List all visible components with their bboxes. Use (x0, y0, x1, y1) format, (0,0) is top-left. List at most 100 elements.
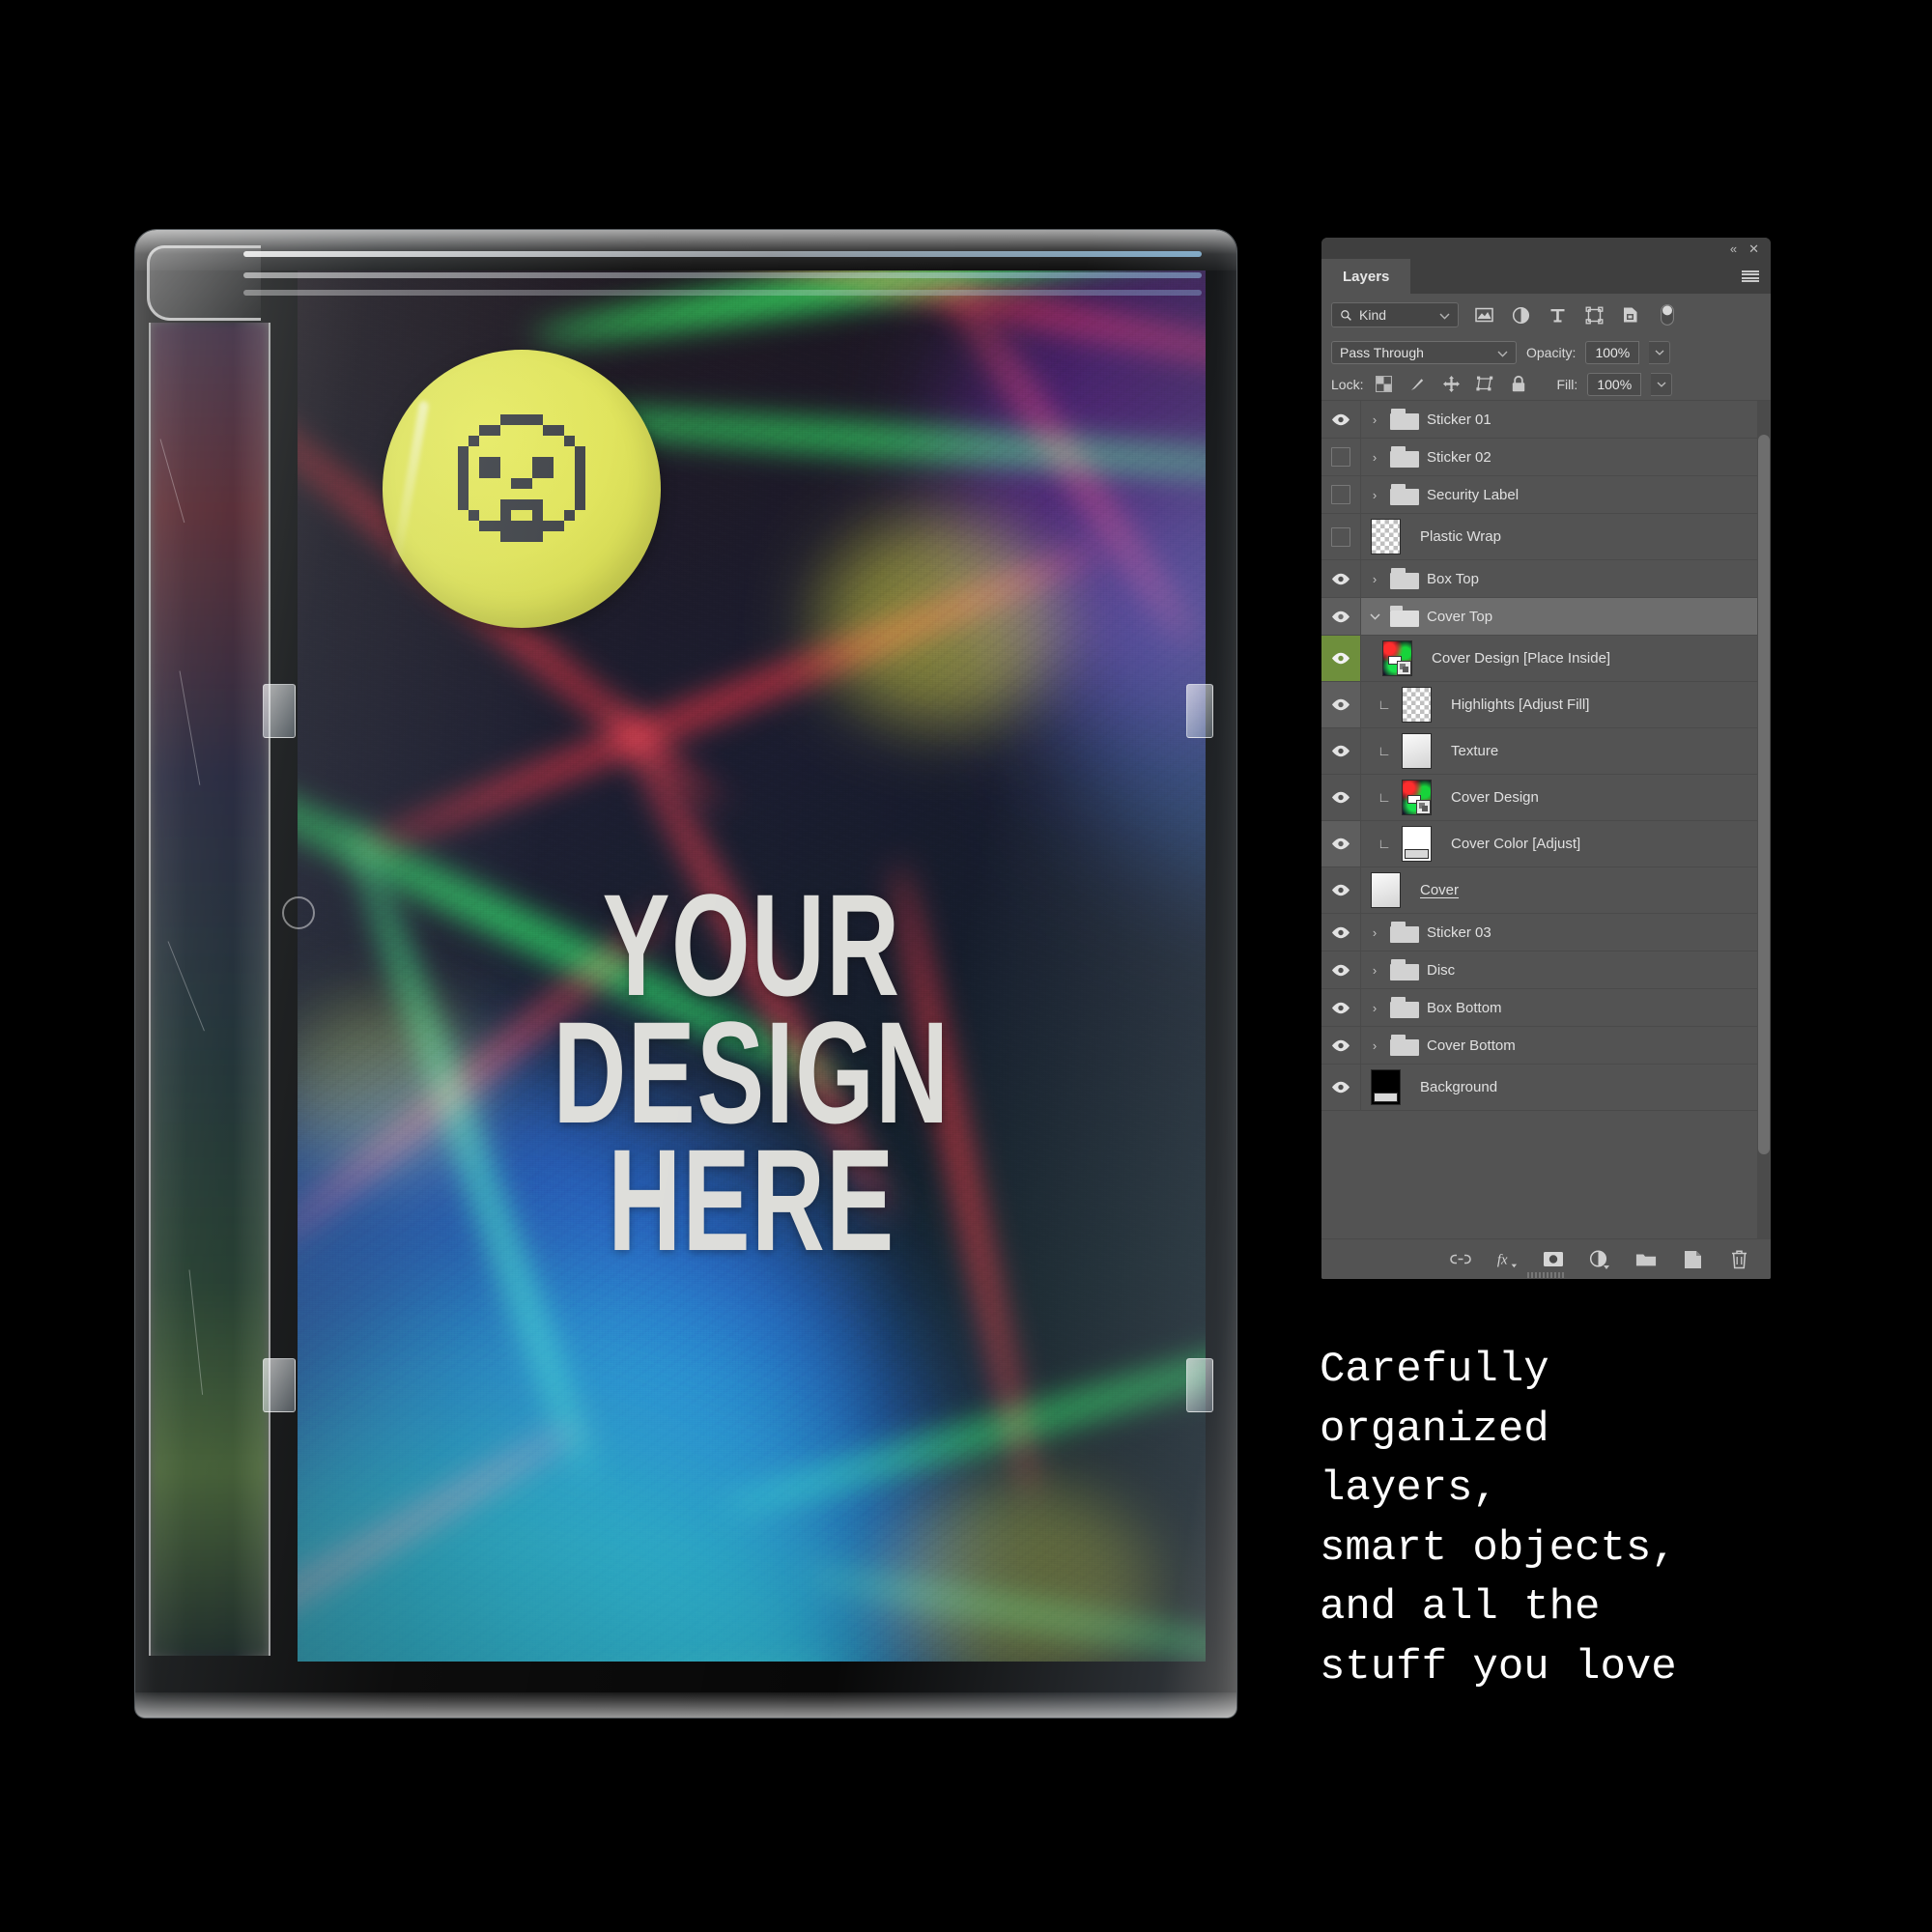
fill-input[interactable]: 100% (1587, 372, 1642, 396)
layer-visibility-toggle[interactable] (1321, 598, 1361, 635)
folder-open-icon (1390, 606, 1419, 627)
scrollbar-thumb[interactable] (1758, 434, 1770, 1155)
layer-visibility-toggle[interactable] (1321, 682, 1361, 727)
layer-thumbnail[interactable] (1402, 687, 1432, 723)
opacity-stepper-chevron-icon[interactable] (1649, 340, 1671, 364)
lock-row: Lock: Fill: 100% (1321, 368, 1771, 400)
opacity-input[interactable]: 100% (1585, 340, 1640, 364)
layer-visibility-toggle[interactable] (1321, 775, 1361, 820)
lock-transparent-pixels-icon[interactable] (1373, 374, 1394, 395)
group-disclosure-icon[interactable]: › (1367, 925, 1382, 940)
layer-thumbnail[interactable] (1371, 1069, 1401, 1105)
lock-artboard-nesting-icon[interactable] (1474, 374, 1495, 395)
group-disclosure-icon[interactable]: › (1367, 488, 1382, 502)
clipping-mask-arrow-icon: ∟ (1378, 696, 1391, 712)
layer-name: Plastic Wrap (1420, 528, 1501, 545)
case-clip-left-lower (263, 1358, 296, 1412)
layer-name: Cover Color [Adjust] (1451, 836, 1581, 852)
layer-list[interactable]: › Sticker 01 › Sticker 02 › Security Lab… (1321, 400, 1771, 1238)
pixel-layer-filter-icon[interactable] (1472, 303, 1495, 327)
lock-all-icon[interactable] (1508, 374, 1529, 395)
layer-name: Box Bottom (1427, 999, 1502, 1016)
chevron-down-icon (1439, 307, 1450, 323)
layer-visibility-toggle[interactable] (1321, 989, 1361, 1026)
table-row[interactable]: Cover (1321, 867, 1771, 914)
table-row[interactable]: ∟ Highlights [Adjust Fill] (1321, 682, 1771, 728)
panel-menu-icon[interactable] (1742, 270, 1759, 282)
new-group-icon[interactable] (1635, 1249, 1657, 1270)
layer-visibility-toggle[interactable] (1321, 728, 1361, 774)
table-row[interactable]: Background (1321, 1065, 1771, 1111)
panel-resize-grip[interactable] (1526, 1272, 1566, 1278)
layer-visibility-toggle[interactable] (1321, 636, 1361, 681)
layer-visibility-toggle[interactable] (1321, 914, 1361, 951)
table-row[interactable]: › Box Bottom (1321, 989, 1771, 1027)
table-row[interactable]: Cover Top (1321, 598, 1771, 636)
layer-visibility-toggle[interactable] (1321, 401, 1361, 438)
filter-toggle-switch-icon[interactable] (1656, 303, 1679, 327)
layer-name[interactable]: Cover (1420, 882, 1459, 898)
group-disclosure-icon[interactable]: › (1367, 963, 1382, 978)
new-layer-icon[interactable] (1682, 1249, 1703, 1270)
table-row[interactable]: › Cover Bottom (1321, 1027, 1771, 1065)
layer-thumbnail[interactable] (1402, 826, 1432, 862)
table-row[interactable]: › Disc (1321, 952, 1771, 989)
panel-title-bar: « ✕ (1321, 238, 1771, 259)
table-row[interactable]: ∟ Texture (1321, 728, 1771, 775)
group-disclosure-icon[interactable] (1367, 612, 1382, 620)
collapse-chevrons-icon[interactable]: « (1730, 242, 1737, 255)
layer-list-scrollbar[interactable] (1757, 401, 1771, 1238)
layer-name: Box Top (1427, 570, 1479, 587)
type-layer-filter-icon[interactable] (1546, 303, 1569, 327)
layer-visibility-toggle[interactable] (1321, 821, 1361, 867)
case-rail-mid (243, 272, 1202, 278)
table-row[interactable]: ∟ Cover Design (1321, 775, 1771, 821)
table-row[interactable]: › Sticker 02 (1321, 439, 1771, 476)
table-row[interactable]: ∟ Cover Color [Adjust] (1321, 821, 1771, 867)
delete-layer-icon[interactable] (1728, 1249, 1749, 1270)
layer-thumbnail[interactable] (1402, 780, 1432, 815)
layer-thumbnail[interactable] (1402, 733, 1432, 769)
group-disclosure-icon[interactable]: › (1367, 450, 1382, 465)
eye-icon (1332, 884, 1350, 896)
group-disclosure-icon[interactable]: › (1367, 412, 1382, 427)
layer-name: Cover Bottom (1427, 1037, 1516, 1054)
layer-visibility-toggle[interactable] (1321, 439, 1361, 475)
group-disclosure-icon[interactable]: › (1367, 1001, 1382, 1015)
layer-thumbnail[interactable] (1371, 872, 1401, 908)
layers-panel-toolbar: fx (1321, 1238, 1771, 1279)
fill-stepper-chevron-icon[interactable] (1651, 372, 1673, 396)
table-row[interactable]: › Sticker 01 (1321, 401, 1771, 439)
group-disclosure-icon[interactable]: › (1367, 572, 1382, 586)
table-row[interactable]: › Sticker 03 (1321, 914, 1771, 952)
layer-visibility-toggle[interactable] (1321, 867, 1361, 913)
tab-layers[interactable]: Layers (1321, 259, 1411, 294)
layer-visibility-toggle[interactable] (1321, 1065, 1361, 1110)
adjustment-layer-filter-icon[interactable] (1509, 303, 1532, 327)
smart-object-filter-icon[interactable] (1619, 303, 1642, 327)
add-layer-mask-icon[interactable] (1543, 1249, 1564, 1270)
layer-thumbnail[interactable] (1371, 519, 1401, 554)
shape-layer-filter-icon[interactable] (1582, 303, 1605, 327)
link-layers-icon[interactable] (1450, 1249, 1471, 1270)
table-row[interactable]: Cover Design [Place Inside] (1321, 636, 1771, 682)
group-disclosure-icon[interactable]: › (1367, 1038, 1382, 1053)
layer-visibility-toggle[interactable] (1321, 560, 1361, 597)
blend-mode-select[interactable]: Pass Through (1331, 340, 1517, 364)
table-row[interactable]: Plastic Wrap (1321, 514, 1771, 560)
new-adjustment-layer-icon[interactable] (1589, 1249, 1610, 1270)
table-row[interactable]: › Security Label (1321, 476, 1771, 514)
layer-effects-fx-icon[interactable]: fx (1496, 1249, 1518, 1270)
lock-label: Lock: (1331, 376, 1364, 392)
lock-position-icon[interactable] (1440, 374, 1462, 395)
layer-visibility-toggle[interactable] (1321, 1027, 1361, 1064)
close-icon[interactable]: ✕ (1748, 242, 1759, 255)
layer-visibility-toggle[interactable] (1321, 514, 1361, 559)
layer-visibility-toggle[interactable] (1321, 952, 1361, 988)
case-clip-left-upper (263, 684, 296, 738)
layer-kind-select[interactable]: Kind (1331, 302, 1459, 327)
lock-image-pixels-icon[interactable] (1406, 374, 1428, 395)
layer-thumbnail[interactable] (1382, 640, 1412, 676)
table-row[interactable]: › Box Top (1321, 560, 1771, 598)
layer-visibility-toggle[interactable] (1321, 476, 1361, 513)
